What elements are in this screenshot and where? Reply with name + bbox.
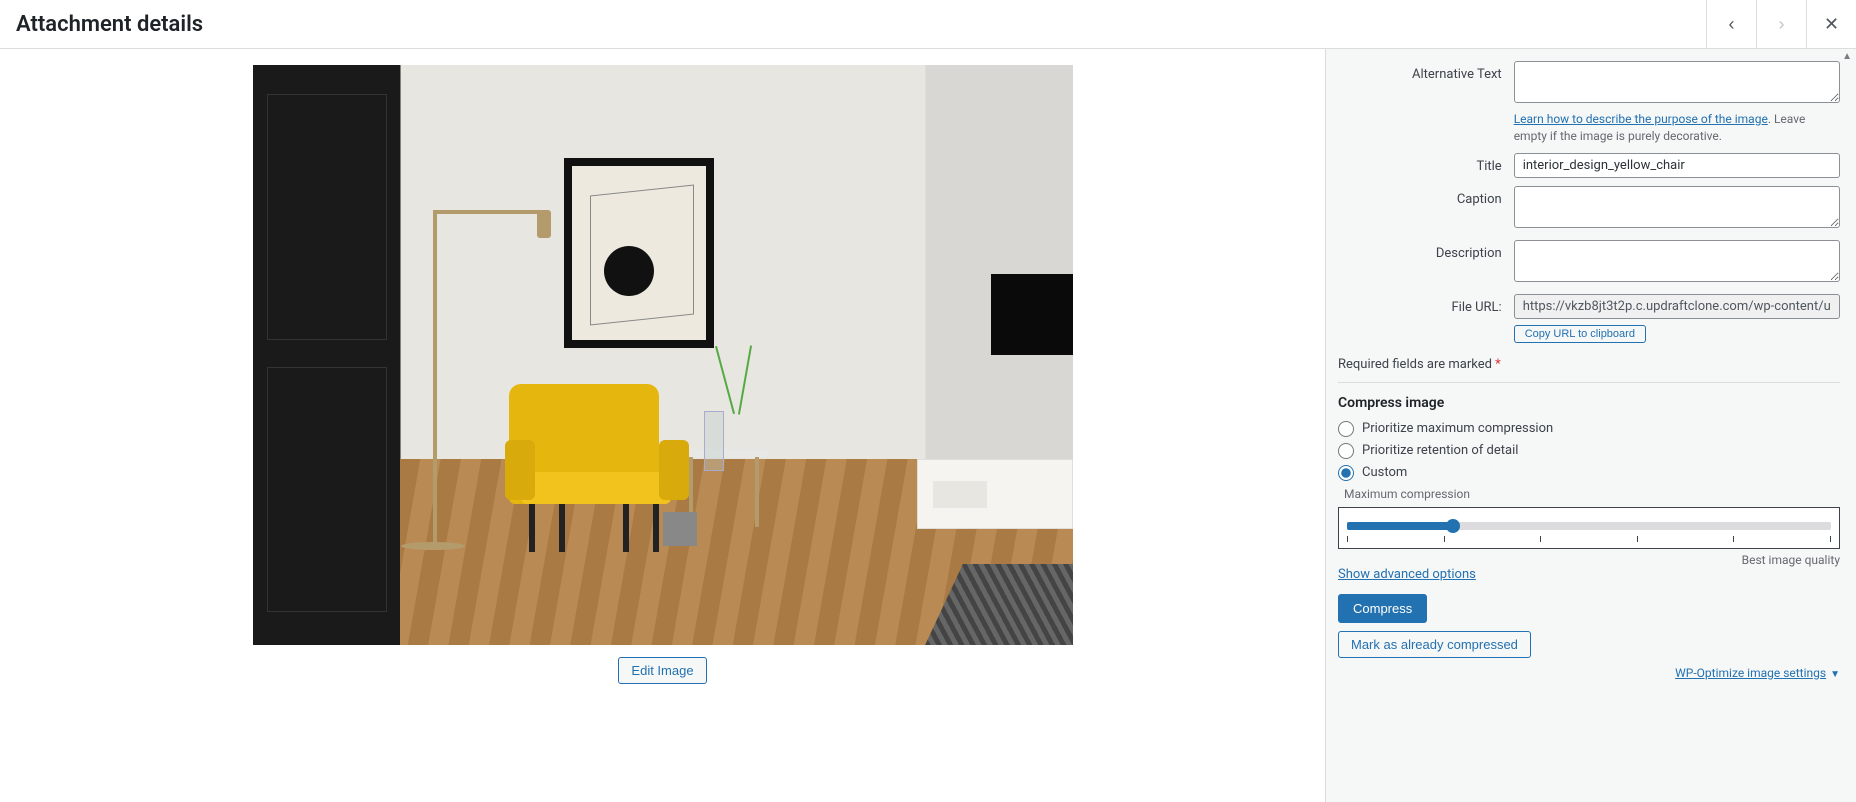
compress-buttons: Compress Mark as already compressed <box>1338 594 1840 658</box>
compress-label-detail: Prioritize retention of detail <box>1362 443 1518 458</box>
title-row: Title <box>1338 153 1840 178</box>
modal-header: Attachment details ‹ › ✕ <box>0 0 1856 49</box>
scroll-up-icon: ▲ <box>1842 51 1852 62</box>
slider-track[interactable] <box>1347 522 1831 530</box>
compress-button[interactable]: Compress <box>1338 594 1427 623</box>
edit-image-button[interactable]: Edit Image <box>618 657 706 684</box>
attachment-image <box>253 65 1073 645</box>
chevron-left-icon: ‹ <box>1729 14 1735 35</box>
alt-text-row: Alternative Text Learn how to describe t… <box>1338 61 1840 145</box>
wp-optimize-settings-link[interactable]: WP-Optimize image settings <box>1675 666 1826 680</box>
compress-label-custom: Custom <box>1362 465 1407 480</box>
required-fields-note: Required fields are marked * <box>1338 357 1840 372</box>
separator <box>1338 382 1840 383</box>
title-label: Title <box>1338 153 1514 174</box>
footer-link-row: WP-Optimize image settings ▼ <box>1338 666 1840 681</box>
close-button[interactable]: ✕ <box>1806 0 1856 48</box>
compress-radio-detail[interactable] <box>1338 443 1354 459</box>
alt-text-input[interactable] <box>1514 61 1840 103</box>
file-url-row: File URL: Copy URL to clipboard <box>1338 294 1840 343</box>
compress-radio-custom[interactable] <box>1338 465 1354 481</box>
modal-title: Attachment details <box>16 12 203 37</box>
slider-left-label: Maximum compression <box>1338 487 1840 501</box>
caption-row: Caption <box>1338 186 1840 232</box>
compress-option-custom[interactable]: Custom <box>1338 465 1840 481</box>
file-url-label: File URL: <box>1338 294 1514 315</box>
description-input[interactable] <box>1514 240 1840 282</box>
header-actions: ‹ › ✕ <box>1706 0 1856 48</box>
compress-option-max[interactable]: Prioritize maximum compression <box>1338 421 1840 437</box>
slider-thumb[interactable] <box>1446 519 1460 533</box>
alt-text-help: Learn how to describe the purpose of the… <box>1514 111 1840 145</box>
next-button[interactable]: › <box>1756 0 1806 48</box>
caption-label: Caption <box>1338 186 1514 207</box>
compress-section-title: Compress image <box>1338 395 1840 411</box>
alt-text-label: Alternative Text <box>1338 61 1514 82</box>
chevron-right-icon: › <box>1779 14 1785 35</box>
copy-url-button[interactable]: Copy URL to clipboard <box>1514 325 1646 343</box>
slider-right-label: Best image quality <box>1338 553 1840 567</box>
alt-text-help-link[interactable]: Learn how to describe the purpose of the… <box>1514 112 1768 126</box>
quality-slider[interactable] <box>1338 507 1840 549</box>
details-panel[interactable]: ▲ Alternative Text Learn how to describe… <box>1325 49 1856 802</box>
mark-compressed-button[interactable]: Mark as already compressed <box>1338 631 1531 658</box>
description-row: Description <box>1338 240 1840 286</box>
slider-ticks <box>1345 536 1833 542</box>
compress-label-max: Prioritize maximum compression <box>1362 421 1553 436</box>
modal-body: Edit Image ▲ Alternative Text Learn how … <box>0 49 1856 802</box>
required-asterisk: * <box>1495 357 1501 372</box>
triangle-down-icon: ▼ <box>1830 669 1840 680</box>
slider-fill <box>1347 522 1453 530</box>
caption-input[interactable] <box>1514 186 1840 228</box>
media-panel: Edit Image <box>0 49 1325 802</box>
prev-button[interactable]: ‹ <box>1706 0 1756 48</box>
title-input[interactable] <box>1514 153 1840 178</box>
description-label: Description <box>1338 240 1514 261</box>
compress-option-detail[interactable]: Prioritize retention of detail <box>1338 443 1840 459</box>
show-advanced-link[interactable]: Show advanced options <box>1338 567 1476 582</box>
close-icon: ✕ <box>1824 14 1839 35</box>
compress-radio-max[interactable] <box>1338 421 1354 437</box>
attachment-details-modal: Attachment details ‹ › ✕ <box>0 0 1856 802</box>
file-url-input[interactable] <box>1514 294 1840 319</box>
